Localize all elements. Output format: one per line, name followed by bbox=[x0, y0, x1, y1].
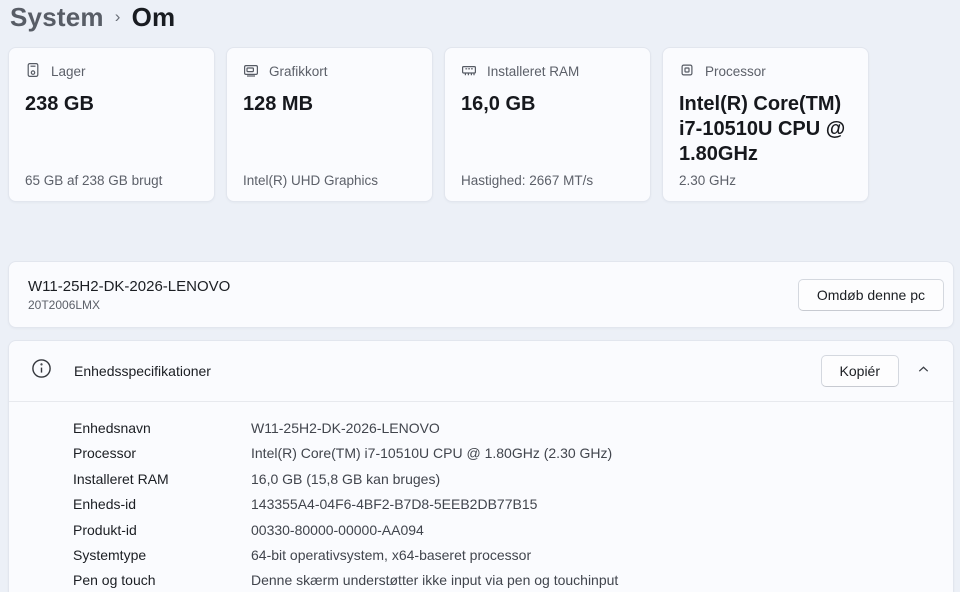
device-specifications-title: Enhedsspecifikationer bbox=[74, 363, 211, 379]
storage-card-label: Lager bbox=[51, 64, 86, 79]
chevron-up-icon bbox=[916, 362, 931, 380]
spec-row-device-name: Enhedsnavn W11-25H2-DK-2026-LENOVO bbox=[73, 420, 440, 436]
storage-card-footnote: 65 GB af 238 GB brugt bbox=[25, 173, 163, 188]
storage-icon bbox=[25, 62, 41, 81]
graphics-card: Grafikkort 128 MB Intel(R) UHD Graphics bbox=[226, 47, 433, 202]
storage-card: Lager 238 GB 65 GB af 238 GB brugt bbox=[8, 47, 215, 202]
spec-row-device-id: Enheds-id 143355A4-04F6-4BF2-B7D8-5EEB2D… bbox=[73, 496, 538, 513]
spec-row-installed-ram: Installeret RAM 16,0 GB (15,8 GB kan bru… bbox=[73, 470, 441, 487]
device-specifications-section: Enhedsspecifikationer Kopiér Enhedsnavn … bbox=[8, 340, 954, 592]
device-info: W11-25H2-DK-2026-LENOVO 20T2006LMX bbox=[28, 278, 230, 312]
device-specifications-table: Enhedsnavn W11-25H2-DK-2026-LENOVO Proce… bbox=[9, 401, 953, 592]
summary-cards: Lager 238 GB 65 GB af 238 GB brugt Grafi… bbox=[8, 47, 960, 202]
ram-card-footnote: Hastighed: 2667 MT/s bbox=[461, 173, 594, 188]
breadcrumb-system-link[interactable]: System bbox=[10, 2, 104, 32]
cpu-icon bbox=[679, 62, 695, 81]
device-model: 20T2006LMX bbox=[28, 297, 101, 312]
rename-pc-button[interactable]: Omdøb denne pc bbox=[797, 278, 944, 311]
info-icon bbox=[31, 358, 52, 384]
graphics-card-value: 128 MB bbox=[243, 93, 314, 115]
spec-row-system-type: Systemtype 64-bit operativsystem, x64-ba… bbox=[73, 547, 532, 564]
breadcrumb-chevron-icon: › bbox=[114, 7, 121, 26]
spec-row-product-id: Produkt-id 00330-80000-00000-AA094 bbox=[73, 521, 424, 538]
processor-card: Processor Intel(R) Core(TM) i7-10510U CP… bbox=[662, 47, 869, 202]
spec-row-processor: Processor Intel(R) Core(TM) i7-10510U CP… bbox=[73, 445, 613, 462]
device-name-card: W11-25H2-DK-2026-LENOVO 20T2006LMX Omdøb… bbox=[8, 261, 954, 328]
breadcrumb: System › Om bbox=[0, 0, 960, 33]
processor-card-footnote: 2.30 GHz bbox=[679, 173, 737, 188]
gpu-icon bbox=[243, 62, 259, 81]
storage-card-value: 238 GB bbox=[25, 93, 94, 115]
ram-card-value: 16,0 GB bbox=[461, 93, 536, 115]
spec-row-pen-and-touch: Pen og touch Denne skærm understøtter ik… bbox=[73, 572, 619, 589]
page-title: Om bbox=[131, 2, 176, 32]
processor-card-value: Intel(R) Core(TM) i7-10510U CPU @ 1.80GH… bbox=[679, 93, 846, 165]
copy-button[interactable]: Kopiér bbox=[820, 355, 899, 387]
ram-card: Installeret RAM 16,0 GB Hastighed: 2667 … bbox=[444, 47, 651, 202]
ram-card-label: Installeret RAM bbox=[487, 64, 580, 79]
graphics-card-label: Grafikkort bbox=[269, 64, 328, 79]
graphics-card-footnote: Intel(R) UHD Graphics bbox=[243, 173, 379, 188]
collapse-button[interactable] bbox=[905, 355, 941, 387]
device-specifications-header[interactable]: Enhedsspecifikationer Kopiér bbox=[9, 341, 953, 401]
ram-icon bbox=[461, 62, 477, 81]
device-name: W11-25H2-DK-2026-LENOVO bbox=[28, 277, 231, 295]
processor-card-label: Processor bbox=[705, 64, 766, 79]
